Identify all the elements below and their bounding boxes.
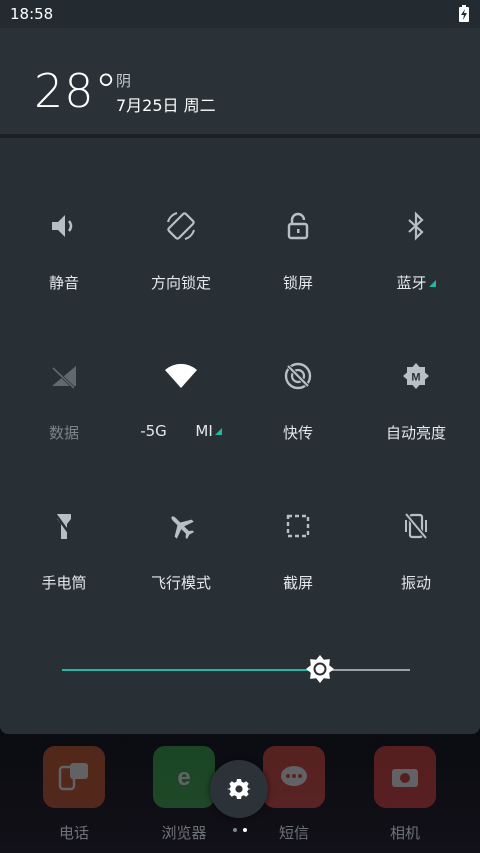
screenshot-icon [280,508,316,544]
quick-settings-panel: 静音 方向锁定 锁屏 蓝牙 数据 -5G MI 快传 M 自动亮度 手电筒 飞行… [0,138,480,734]
dock-app-label: 浏览器 [161,824,207,842]
auto-brightness-icon: M [398,358,434,394]
dock-app-camera[interactable]: 相机 [373,746,437,843]
dock-app-label: 相机 [389,824,420,842]
tile-mobile-data[interactable]: 数据 [4,358,124,478]
rotation-lock-icon [163,208,199,244]
expand-indicator-icon [428,280,436,287]
volume-icon [46,208,82,244]
messages-icon [263,746,325,808]
tile-label: 振动 [400,574,431,592]
dock-app-phone[interactable]: 电话 [42,746,106,843]
page-dot [233,828,237,832]
tile-label: -5G MI [140,422,222,440]
tile-label: 数据 [48,424,79,442]
tile-label: 截屏 [282,574,313,592]
svg-text:e: e [177,764,190,791]
dock-app-label: 电话 [58,824,89,842]
flashlight-icon [46,508,82,544]
tile-label: 静音 [48,274,79,292]
tile-mute[interactable]: 静音 [4,208,124,328]
tile-bluetooth[interactable]: 蓝牙 [356,208,476,328]
weather-condition: 阴 [116,72,132,90]
phone-icon [43,746,105,808]
tile-label: 蓝牙 [396,272,436,293]
settings-button[interactable] [210,760,268,818]
bluetooth-icon [398,208,434,244]
dock-app-browser[interactable]: e 浏览器 [152,746,216,843]
brightness-slider[interactable] [62,655,410,683]
battery-charging-icon [459,5,469,22]
camera-icon [374,746,436,808]
date-text: 7月25日 周二 [116,96,216,115]
weather-header[interactable]: 28° 阴 7月25日 周二 [0,28,480,134]
mobile-data-off-icon [46,358,82,394]
quick-share-icon [280,358,316,394]
dock-app-messages[interactable]: 短信 [262,746,326,843]
tile-label: 方向锁定 [150,274,211,292]
tile-label: 锁屏 [282,274,313,292]
status-bar: 18:58 [0,0,480,28]
tile-label: 快传 [282,424,313,442]
tile-flashlight[interactable]: 手电筒 [4,508,124,628]
lock-icon [280,208,316,244]
tile-auto-brightness[interactable]: M 自动亮度 [356,358,476,478]
page-indicator [233,828,247,832]
tile-screenshot[interactable]: 截屏 [238,508,358,628]
airplane-icon [163,508,199,544]
tile-airplane-mode[interactable]: 飞行模式 [121,508,241,628]
page-dot-active [243,828,247,832]
tile-rotation-lock[interactable]: 方向锁定 [121,208,241,328]
browser-icon: e [153,746,215,808]
tile-label-text: -5G MI [140,422,213,440]
tile-label-text: 蓝牙 [396,274,427,292]
status-time: 18:58 [10,5,54,23]
tile-quick-share[interactable]: 快传 [238,358,358,478]
tile-label: 手电筒 [41,574,87,592]
wifi-icon [163,358,199,394]
tile-wifi[interactable]: -5G MI [121,358,241,478]
svg-text:M: M [411,372,420,384]
brightness-slider-fill [62,669,320,671]
tile-label: 飞行模式 [150,574,211,592]
tile-label: 自动亮度 [385,424,446,442]
brightness-thumb-icon[interactable] [304,653,336,685]
dock-app-label: 短信 [278,824,309,842]
tile-vibrate[interactable]: 振动 [356,508,476,628]
expand-indicator-icon [214,428,222,435]
vibrate-off-icon [398,508,434,544]
tile-lock-screen[interactable]: 锁屏 [238,208,358,328]
gear-icon [227,779,251,799]
temperature: 28° [34,64,119,118]
